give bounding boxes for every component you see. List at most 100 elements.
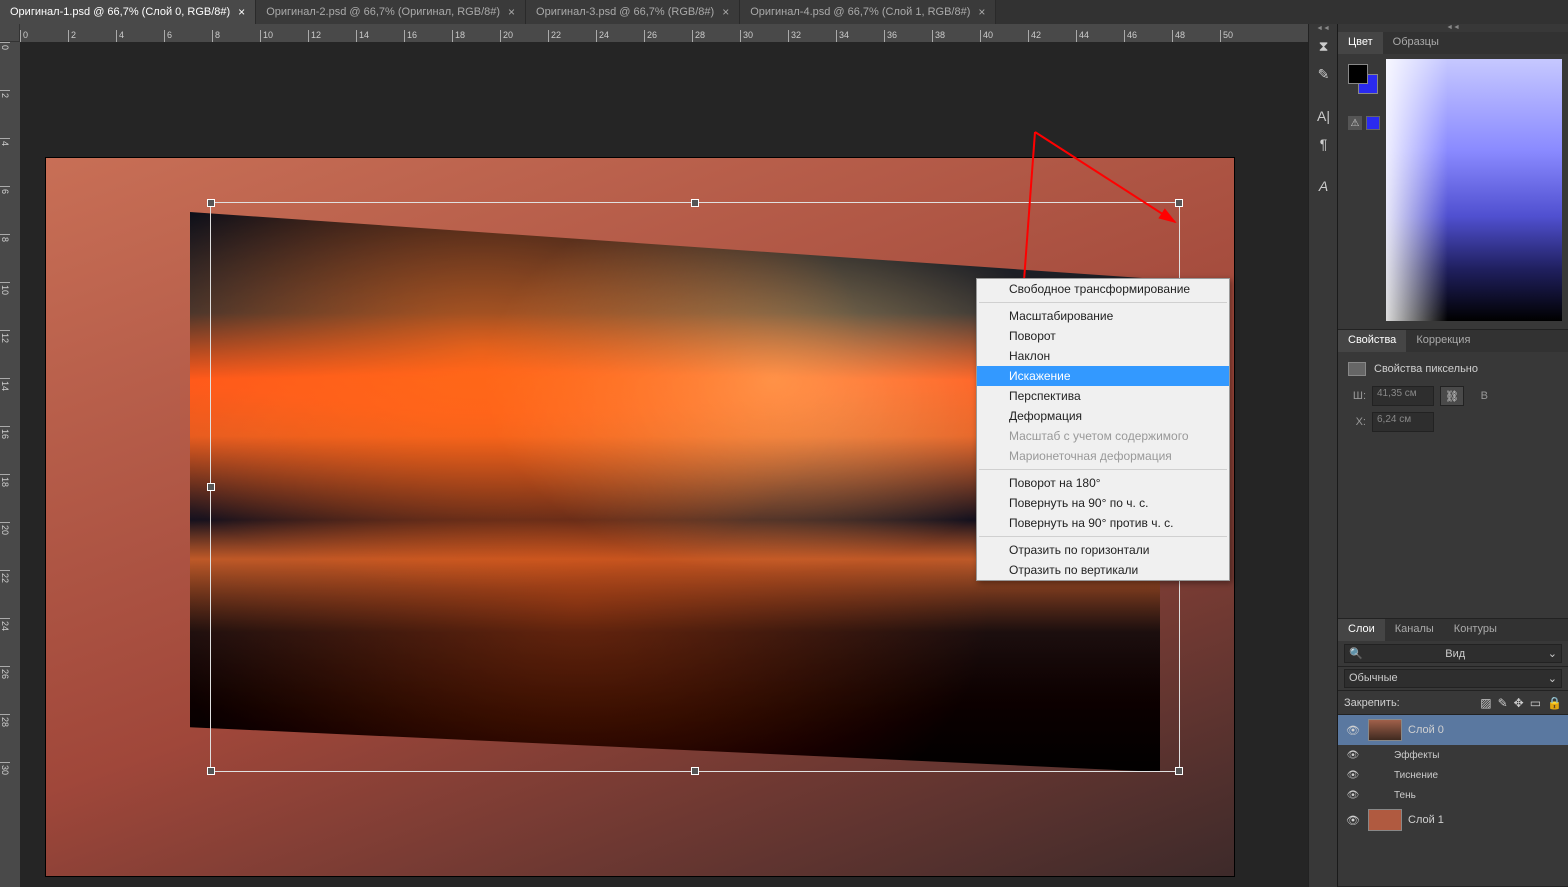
- tab-label: Оригинал-3.psd @ 66,7% (RGB/8#): [536, 6, 714, 18]
- visibility-toggle-icon[interactable]: 👁: [1344, 724, 1362, 737]
- panel-grip[interactable]: ◄◄: [1338, 24, 1568, 32]
- chevron-down-icon: ⌄: [1548, 672, 1557, 685]
- ctx-item[interactable]: Поворот: [977, 326, 1229, 346]
- pixel-layer-icon: [1348, 362, 1366, 376]
- visibility-toggle-icon[interactable]: 👁: [1344, 750, 1362, 761]
- ctx-item[interactable]: Повернуть на 90° по ч. с.: [977, 493, 1229, 513]
- filter-kind-label: Вид: [1445, 648, 1465, 660]
- transform-handle-tr[interactable]: [1175, 199, 1183, 207]
- tab-label: Оригинал-4.psd @ 66,7% (Слой 1, RGB/8#): [750, 6, 970, 18]
- transform-handle-br[interactable]: [1175, 767, 1183, 775]
- tab-channels[interactable]: Каналы: [1385, 619, 1444, 641]
- transform-handle-tl[interactable]: [207, 199, 215, 207]
- height-label: В: [1470, 390, 1488, 402]
- x-label: X:: [1348, 416, 1366, 428]
- transform-handle-bc[interactable]: [691, 767, 699, 775]
- tab-label: Оригинал-1.psd @ 66,7% (Слой 0, RGB/8#): [10, 6, 230, 18]
- ctx-item[interactable]: Повернуть на 90° против ч. с.: [977, 513, 1229, 533]
- right-panels: ◄◄ Цвет Образцы ⚠ Свойства Коррекция: [1337, 24, 1568, 887]
- layer-name[interactable]: Слой 0: [1408, 724, 1444, 736]
- ctx-separator: [979, 302, 1227, 303]
- layer-row[interactable]: 👁 Слой 0: [1338, 715, 1568, 745]
- tab-label: Оригинал-2.psd @ 66,7% (Оригинал, RGB/8#…: [266, 6, 500, 18]
- visibility-toggle-icon[interactable]: 👁: [1344, 814, 1362, 827]
- ruler-origin[interactable]: [0, 24, 20, 42]
- paragraph-icon[interactable]: ¶: [1309, 130, 1338, 158]
- link-dimensions-button[interactable]: ⛓: [1440, 386, 1464, 406]
- search-icon: 🔍: [1349, 647, 1363, 660]
- layer-list: 👁 Слой 0 👁 Эффекты 👁 Тиснение 👁 Тень 👁 Слой…: [1338, 715, 1568, 886]
- blend-mode-value: Обычные: [1349, 672, 1398, 685]
- ctx-separator: [979, 536, 1227, 537]
- ctx-item[interactable]: Отразить по вертикали: [977, 560, 1229, 580]
- visibility-toggle-icon[interactable]: 👁: [1344, 770, 1362, 781]
- ctx-item: Марионеточная деформация: [977, 446, 1229, 466]
- tab-paths[interactable]: Контуры: [1444, 619, 1507, 641]
- character-icon[interactable]: A|: [1309, 102, 1338, 130]
- x-field[interactable]: 6,24 см: [1372, 412, 1434, 432]
- visibility-toggle-icon[interactable]: 👁: [1344, 790, 1362, 801]
- width-field[interactable]: 41,35 см: [1372, 386, 1434, 406]
- history-icon[interactable]: ⧗: [1309, 32, 1338, 60]
- lock-pixels-icon[interactable]: ✎: [1498, 696, 1508, 710]
- document-tabs: Оригинал-1.psd @ 66,7% (Слой 0, RGB/8#) ×…: [0, 0, 1568, 24]
- ctx-item[interactable]: Искажение: [977, 366, 1229, 386]
- closest-color-swatch[interactable]: [1366, 116, 1380, 130]
- lock-artboard-icon[interactable]: ▭: [1530, 696, 1541, 710]
- color-picker-field[interactable]: [1386, 59, 1562, 321]
- width-label: Ш:: [1348, 390, 1366, 402]
- close-icon[interactable]: ×: [238, 5, 245, 19]
- lock-label: Закрепить:: [1344, 697, 1400, 709]
- glyphs-icon[interactable]: A: [1309, 172, 1338, 200]
- lock-all-icon[interactable]: 🔒: [1547, 696, 1562, 710]
- tab-doc-4[interactable]: Оригинал-4.psd @ 66,7% (Слой 1, RGB/8#) ×: [740, 0, 996, 24]
- fx-item-bevel[interactable]: Тиснение: [1394, 770, 1438, 781]
- tab-layers[interactable]: Слои: [1338, 619, 1385, 641]
- panel-grip[interactable]: ◄◄: [1309, 24, 1337, 32]
- ctx-item[interactable]: Свободное трансформирование: [977, 279, 1229, 299]
- close-icon[interactable]: ×: [508, 5, 515, 19]
- ctx-item[interactable]: Поворот на 180°: [977, 473, 1229, 493]
- tab-color[interactable]: Цвет: [1338, 32, 1383, 54]
- brush-icon[interactable]: ✎: [1309, 60, 1338, 88]
- layer-thumbnail[interactable]: [1368, 719, 1402, 741]
- ctx-item[interactable]: Деформация: [977, 406, 1229, 426]
- layer-thumbnail[interactable]: [1368, 809, 1402, 831]
- lock-transparency-icon[interactable]: ▨: [1480, 696, 1491, 710]
- fx-label: Эффекты: [1394, 750, 1439, 761]
- ctx-item[interactable]: Отразить по горизонтали: [977, 540, 1229, 560]
- tab-swatches[interactable]: Образцы: [1383, 32, 1449, 54]
- ctx-item[interactable]: Масштабирование: [977, 306, 1229, 326]
- ruler-horizontal[interactable]: 0246810121416182022242628303234363840424…: [20, 24, 1308, 42]
- close-icon[interactable]: ×: [722, 5, 729, 19]
- lock-position-icon[interactable]: ✥: [1514, 696, 1524, 710]
- ctx-item[interactable]: Перспектива: [977, 386, 1229, 406]
- ctx-item[interactable]: Наклон: [977, 346, 1229, 366]
- blend-mode-select[interactable]: Обычные ⌄: [1344, 669, 1562, 688]
- ruler-vertical[interactable]: 024681012141618202224262830: [0, 42, 20, 887]
- foreground-color-swatch[interactable]: [1348, 64, 1368, 84]
- close-icon[interactable]: ×: [978, 5, 985, 19]
- ctx-separator: [979, 469, 1227, 470]
- transform-handle-bl[interactable]: [207, 767, 215, 775]
- tab-doc-2[interactable]: Оригинал-2.psd @ 66,7% (Оригинал, RGB/8#…: [256, 0, 526, 24]
- foreground-background-swatches[interactable]: [1348, 64, 1378, 94]
- transform-handle-tc[interactable]: [691, 199, 699, 207]
- tab-adjustments[interactable]: Коррекция: [1406, 330, 1480, 352]
- tab-doc-3[interactable]: Оригинал-3.psd @ 66,7% (RGB/8#) ×: [526, 0, 740, 24]
- layer-name[interactable]: Слой 1: [1408, 814, 1444, 826]
- layer-row[interactable]: 👁 Слой 1: [1338, 805, 1568, 835]
- color-panel: Цвет Образцы ⚠: [1338, 32, 1568, 330]
- layer-filter-kind[interactable]: 🔍 Вид ⌄: [1344, 644, 1562, 663]
- tab-doc-1[interactable]: Оригинал-1.psd @ 66,7% (Слой 0, RGB/8#) ×: [0, 0, 256, 24]
- document-area: 0246810121416182022242628303234363840424…: [0, 24, 1308, 887]
- context-menu-transform: Свободное трансформирование Масштабирован…: [976, 278, 1230, 581]
- tab-properties[interactable]: Свойства: [1338, 330, 1406, 352]
- gamut-warning-icon[interactable]: ⚠: [1348, 116, 1362, 130]
- transform-handle-ml[interactable]: [207, 483, 215, 491]
- ctx-item: Масштаб с учетом содержимого: [977, 426, 1229, 446]
- layers-panel: Слои Каналы Контуры 🔍 Вид ⌄ Обычные ⌄ За…: [1338, 619, 1568, 887]
- fx-item-shadow[interactable]: Тень: [1394, 790, 1416, 801]
- chevron-down-icon: ⌄: [1548, 647, 1557, 660]
- properties-title: Свойства пиксельно: [1374, 363, 1478, 375]
